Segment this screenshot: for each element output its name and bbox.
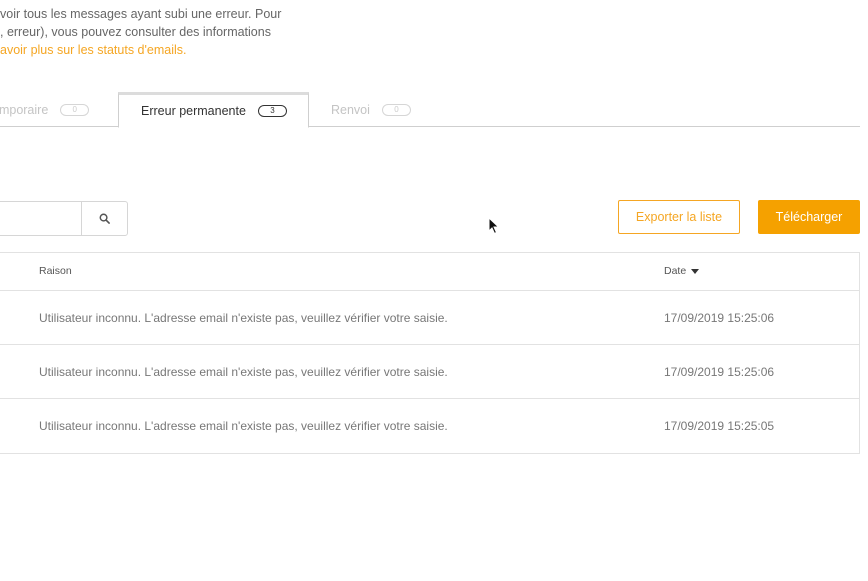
header-date-label: Date <box>664 265 687 277</box>
tab-resend[interactable]: Renvoi 0 <box>331 92 411 127</box>
intro-line-2: , erreur), vous pouvez consulter des inf… <box>0 25 271 39</box>
email-status-link[interactable]: avoir plus sur les statuts d'emails. <box>0 41 300 59</box>
table-row: Utilisateur inconnu. L'adresse email n'e… <box>0 345 859 399</box>
mouse-cursor-icon <box>488 217 500 235</box>
row-reason: Utilisateur inconnu. L'adresse email n'e… <box>39 419 448 433</box>
status-tabs: emporaire 0 Erreur permanente 3 Renvoi 0 <box>0 92 860 128</box>
tab-temporary-error[interactable]: emporaire 0 <box>0 92 90 127</box>
tab-permanent-error[interactable]: Erreur permanente 3 <box>118 92 309 128</box>
row-reason: Utilisateur inconnu. L'adresse email n'e… <box>39 311 448 325</box>
tab-count-badge: 0 <box>60 103 90 116</box>
row-date: 17/09/2019 15:25:06 <box>664 365 775 379</box>
header-reason: Raison <box>39 265 72 277</box>
table-row: Utilisateur inconnu. L'adresse email n'e… <box>0 399 859 453</box>
search-box <box>0 201 128 236</box>
tab-label: emporaire <box>0 102 49 117</box>
sort-desc-icon <box>691 268 700 274</box>
download-button[interactable]: Télécharger <box>758 200 860 234</box>
table-header: Raison Date <box>0 253 859 291</box>
intro-text: voir tous les messages ayant subi une er… <box>0 5 300 59</box>
tab-count-badge: 3 <box>257 105 287 117</box>
header-date-sort[interactable]: Date <box>664 265 700 277</box>
row-date: 17/09/2019 15:25:05 <box>664 419 775 433</box>
intro-line-1: voir tous les messages ayant subi une er… <box>0 7 282 21</box>
row-reason: Utilisateur inconnu. L'adresse email n'e… <box>39 365 448 379</box>
row-date: 17/09/2019 15:25:06 <box>664 311 775 325</box>
search-input[interactable] <box>0 202 82 235</box>
bounce-table: Raison Date Utilisateur inconnu. L'adres… <box>0 252 860 454</box>
search-button[interactable] <box>82 202 127 235</box>
table-row: Utilisateur inconnu. L'adresse email n'e… <box>0 291 859 345</box>
tab-label: Renvoi <box>331 102 370 117</box>
search-icon <box>99 213 110 224</box>
tab-label: Erreur permanente <box>141 104 246 118</box>
tab-count-badge: 0 <box>381 103 411 116</box>
export-list-button[interactable]: Exporter la liste <box>618 200 740 234</box>
